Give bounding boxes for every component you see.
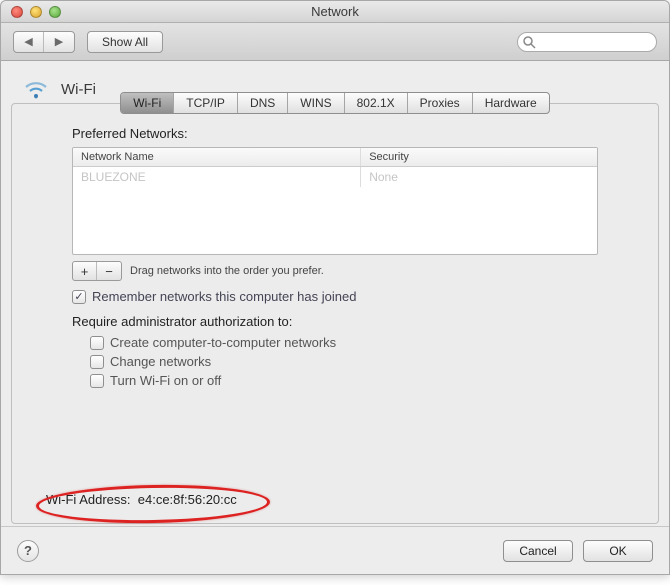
back-button[interactable]: ◀: [14, 32, 44, 52]
plus-minus: + −: [72, 261, 122, 281]
require-checkbox[interactable]: [90, 355, 104, 369]
add-network-button[interactable]: +: [73, 262, 97, 280]
require-label-text: Turn Wi-Fi on or off: [110, 373, 221, 388]
require-item[interactable]: Create computer-to-computer networks: [90, 335, 598, 350]
cell-security: None: [361, 167, 597, 187]
tab-proxies[interactable]: Proxies: [408, 93, 473, 113]
col-header-name[interactable]: Network Name: [73, 148, 361, 166]
require-item[interactable]: Change networks: [90, 354, 598, 369]
settings-sheet: Wi-FiTCP/IPDNSWINS802.1XProxiesHardware …: [11, 103, 659, 524]
remember-row[interactable]: ✓ Remember networks this computer has jo…: [72, 289, 598, 304]
list-controls: + − Drag networks into the order you pre…: [72, 261, 598, 281]
tab-hardware[interactable]: Hardware: [473, 93, 549, 113]
content: Wi-Fi Wi-FiTCP/IPDNSWINS802.1XProxiesHar…: [1, 61, 669, 526]
table-row[interactable]: BLUEZONENone: [73, 167, 597, 187]
toolbar: ◀ ▶ Show All: [1, 23, 669, 61]
require-checkbox[interactable]: [90, 336, 104, 350]
tab-wins[interactable]: WINS: [288, 93, 344, 113]
forward-button[interactable]: ▶: [44, 32, 74, 52]
require-items: Create computer-to-computer networks Chan…: [90, 335, 598, 388]
tab-bar: Wi-FiTCP/IPDNSWINS802.1XProxiesHardware: [28, 92, 642, 114]
wifi-address-row: Wi-Fi Address: e4:ce:8f:56:20:cc: [28, 480, 642, 513]
require-label: Require administrator authorization to:: [72, 314, 598, 329]
require-label-text: Change networks: [110, 354, 211, 369]
remember-label: Remember networks this computer has join…: [92, 289, 356, 304]
search-icon: [523, 36, 536, 49]
require-label-text: Create computer-to-computer networks: [110, 335, 336, 350]
wifi-address-value: e4:ce:8f:56:20:cc: [138, 492, 237, 507]
search-input[interactable]: [517, 32, 657, 52]
ok-button[interactable]: OK: [583, 540, 653, 562]
footer: ? Cancel OK: [1, 526, 669, 574]
remove-network-button[interactable]: −: [97, 262, 121, 280]
tab-dns[interactable]: DNS: [238, 93, 288, 113]
show-all-button[interactable]: Show All: [87, 31, 163, 53]
traffic-lights: [1, 6, 61, 18]
minimize-icon[interactable]: [30, 6, 42, 18]
titlebar: Network: [1, 1, 669, 23]
list-header: Network Name Security: [73, 148, 597, 167]
help-button[interactable]: ?: [17, 540, 39, 562]
network-window: Network ◀ ▶ Show All Wi-Fi: [0, 0, 670, 575]
tab-tcp-ip[interactable]: TCP/IP: [174, 93, 238, 113]
preferred-label: Preferred Networks:: [72, 126, 598, 141]
require-checkbox[interactable]: [90, 374, 104, 388]
preferred-networks-list[interactable]: Network Name Security BLUEZONENone: [72, 147, 598, 255]
tab-wi-fi[interactable]: Wi-Fi: [121, 93, 174, 113]
tab-802-1x[interactable]: 802.1X: [345, 93, 408, 113]
cancel-button[interactable]: Cancel: [503, 540, 573, 562]
close-icon[interactable]: [11, 6, 23, 18]
section: Preferred Networks: Network Name Securit…: [28, 126, 642, 388]
require-item[interactable]: Turn Wi-Fi on or off: [90, 373, 598, 388]
zoom-icon[interactable]: [49, 6, 61, 18]
wifi-address-label: Wi-Fi Address:: [46, 492, 131, 507]
nav-segment: ◀ ▶: [13, 31, 75, 53]
remember-checkbox[interactable]: ✓: [72, 290, 86, 304]
reorder-hint: Drag networks into the order you prefer.: [130, 265, 324, 277]
cell-network-name: BLUEZONE: [73, 167, 361, 187]
col-header-security[interactable]: Security: [361, 148, 597, 166]
window-title: Network: [1, 4, 669, 19]
